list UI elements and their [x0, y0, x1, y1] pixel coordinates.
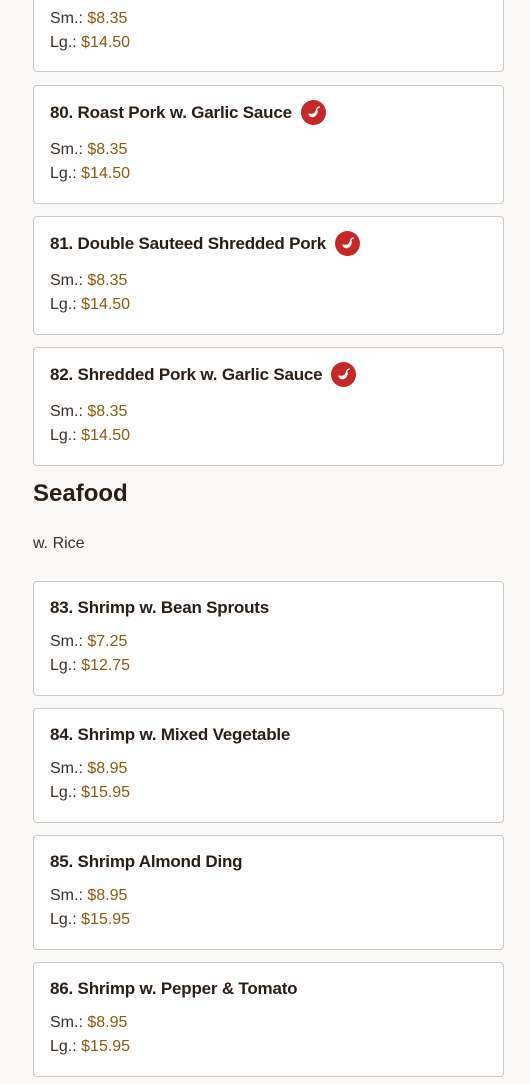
menu-item-card[interactable]: 82. Shredded Pork w. Garlic Sauce Sm.: $… — [33, 347, 504, 466]
menu-item-title: 81. Double Sauteed Shredded Pork — [50, 231, 361, 256]
chili-pepper-icon — [300, 100, 326, 125]
section-note: w. Rice — [33, 535, 85, 552]
large-price-line: Lg.: $15.95 — [50, 1038, 130, 1056]
menu-item-card[interactable]: 81. Double Sauteed Shredded Pork Sm.: $8… — [33, 216, 504, 335]
large-price-value: $14.50 — [81, 34, 131, 51]
menu-item-title: 86. Shrimp w. Pepper & Tomato — [50, 979, 298, 999]
small-price-value: $8.35 — [87, 10, 128, 27]
small-price-line: Sm.: $8.35 — [50, 141, 127, 159]
menu-item-card[interactable]: 86. Shrimp w. Pepper & Tomato Sm.: $8.95… — [33, 962, 504, 1077]
menu-item-name: 80. Roast Pork w. Garlic Sauce — [50, 102, 292, 122]
menu-item-card[interactable]: 80. Roast Pork w. Garlic Sauce Sm.: $8.3… — [33, 85, 504, 204]
menu-item-name: 81. Double Sauteed Shredded Pork — [50, 233, 327, 253]
chili-pepper-icon — [335, 231, 361, 256]
small-price-label: Sm.: — [50, 403, 83, 420]
menu-item-name: 85. Shrimp Almond Ding — [50, 852, 243, 871]
large-price-line: Lg.: $15.95 — [50, 911, 130, 929]
large-price-line: Lg.: $14.50 — [50, 427, 130, 445]
menu-item-title: 84. Shrimp w. Mixed Vegetable — [50, 725, 290, 745]
large-price-value: $14.50 — [81, 427, 131, 444]
menu-item-name: 84. Shrimp w. Mixed Vegetable — [50, 725, 291, 744]
menu-item-name: 83. Shrimp w. Bean Sprouts — [50, 598, 269, 617]
menu-item-card[interactable]: 85. Shrimp Almond Ding Sm.: $8.95 Lg.: $… — [33, 835, 504, 950]
large-price-label: Lg.: — [50, 427, 77, 444]
section-title: Seafood — [33, 480, 128, 507]
menu-item-card[interactable]: 84. Shrimp w. Mixed Vegetable Sm.: $8.95… — [33, 708, 504, 823]
large-price-line: Lg.: $14.50 — [50, 34, 130, 52]
small-price-line: Sm.: $8.95 — [50, 760, 127, 778]
menu-item-title: 82. Shredded Pork w. Garlic Sauce — [50, 362, 357, 387]
large-price-label: Lg.: — [50, 165, 77, 182]
menu-item-title: 85. Shrimp Almond Ding — [50, 852, 243, 872]
menu-item-name: 82. Shredded Pork w. Garlic Sauce — [50, 364, 323, 384]
small-price-value: $7.25 — [87, 633, 128, 650]
menu-item-card[interactable]: Sm.: $8.35 Lg.: $14.50 — [33, 0, 504, 72]
small-price-label: Sm.: — [50, 633, 83, 650]
chili-pepper-icon — [331, 362, 357, 387]
small-price-value: $8.35 — [87, 272, 128, 289]
small-price-value: $8.95 — [87, 1014, 128, 1031]
small-price-label: Sm.: — [50, 272, 83, 289]
large-price-label: Lg.: — [50, 1038, 77, 1055]
small-price-line: Sm.: $8.35 — [50, 10, 127, 28]
large-price-label: Lg.: — [50, 657, 77, 674]
small-price-value: $8.95 — [87, 887, 128, 904]
small-price-line: Sm.: $8.95 — [50, 887, 127, 905]
small-price-label: Sm.: — [50, 760, 83, 777]
large-price-line: Lg.: $14.50 — [50, 165, 130, 183]
large-price-label: Lg.: — [50, 784, 77, 801]
large-price-value: $15.95 — [81, 1038, 131, 1055]
menu-item-card[interactable]: 83. Shrimp w. Bean Sprouts Sm.: $7.25 Lg… — [33, 581, 504, 696]
small-price-label: Sm.: — [50, 141, 83, 158]
large-price-value: $14.50 — [81, 296, 131, 313]
large-price-value: $15.95 — [81, 911, 131, 928]
large-price-line: Lg.: $14.50 — [50, 296, 130, 314]
large-price-line: Lg.: $15.95 — [50, 784, 130, 802]
small-price-line: Sm.: $8.35 — [50, 272, 127, 290]
small-price-value: $8.35 — [87, 141, 128, 158]
menu-item-name: 86. Shrimp w. Pepper & Tomato — [50, 979, 298, 998]
small-price-label: Sm.: — [50, 10, 83, 27]
small-price-value: $8.35 — [87, 403, 128, 420]
small-price-line: Sm.: $8.35 — [50, 403, 127, 421]
small-price-line: Sm.: $8.95 — [50, 1014, 127, 1032]
large-price-label: Lg.: — [50, 911, 77, 928]
small-price-value: $8.95 — [87, 760, 128, 777]
menu-item-title: 83. Shrimp w. Bean Sprouts — [50, 598, 269, 618]
menu-item-title: 80. Roast Pork w. Garlic Sauce — [50, 100, 326, 125]
large-price-label: Lg.: — [50, 34, 77, 51]
small-price-line: Sm.: $7.25 — [50, 633, 127, 651]
small-price-label: Sm.: — [50, 1014, 83, 1031]
large-price-label: Lg.: — [50, 296, 77, 313]
large-price-line: Lg.: $12.75 — [50, 657, 130, 675]
small-price-label: Sm.: — [50, 887, 83, 904]
large-price-value: $15.95 — [81, 784, 131, 801]
large-price-value: $12.75 — [81, 657, 131, 674]
large-price-value: $14.50 — [81, 165, 131, 182]
